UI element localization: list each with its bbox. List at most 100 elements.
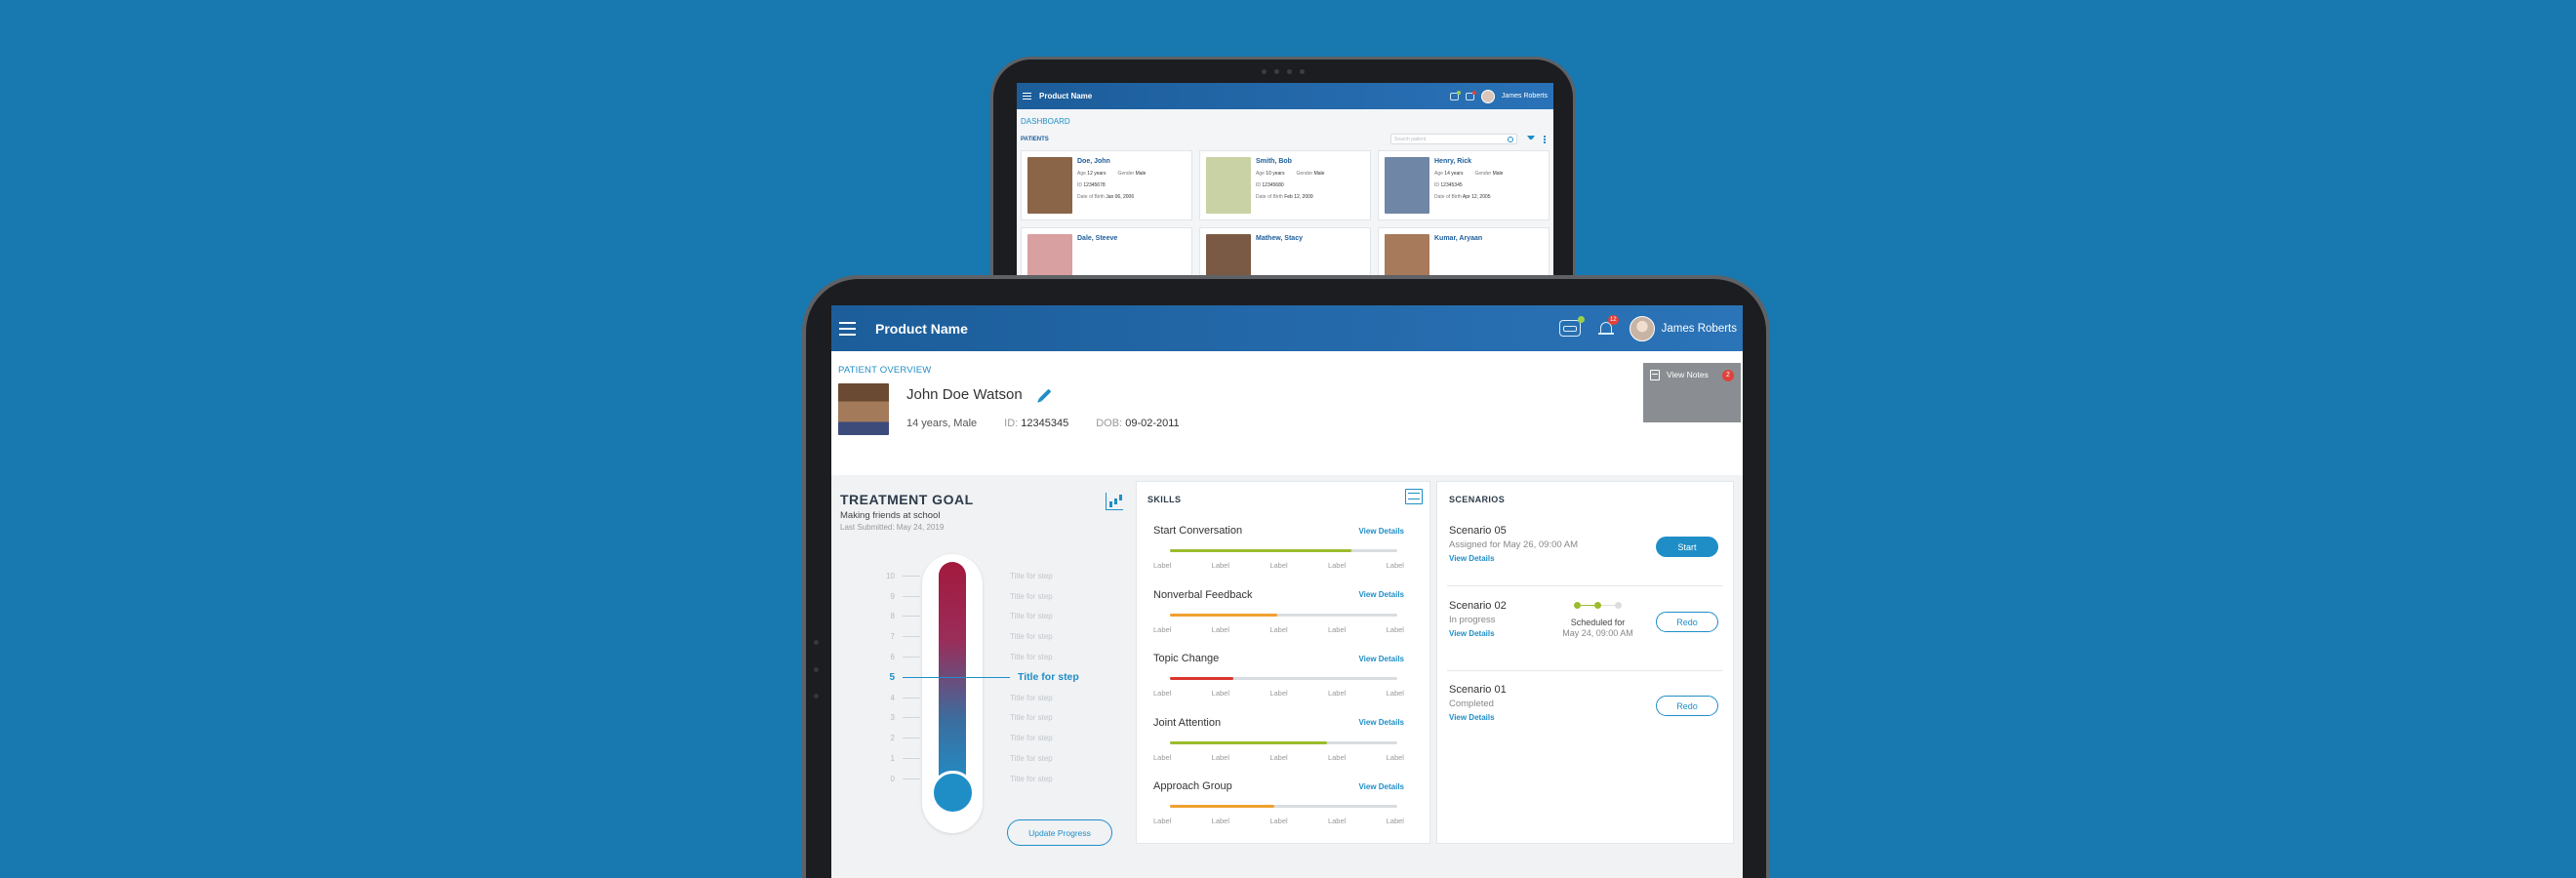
patient-card-dob-row: Date of Birth Apr 12, 2005 [1434, 194, 1503, 200]
start-button[interactable]: Start [1656, 537, 1718, 557]
skill-name: Nonverbal Feedback [1153, 588, 1253, 601]
redo-button[interactable]: Redo [1656, 612, 1718, 632]
scale-label: Label [1153, 817, 1172, 825]
step-label: Title for step [1010, 653, 1053, 662]
scale-label: Label [1386, 561, 1404, 570]
skills-title: SKILLS [1147, 495, 1182, 504]
edit-icon[interactable] [1038, 388, 1052, 401]
patient-photo [838, 383, 889, 435]
user-name[interactable]: James Roberts [1662, 323, 1737, 335]
more-icon[interactable] [1544, 135, 1546, 143]
avatar[interactable] [1480, 89, 1495, 103]
patient-card[interactable]: Henry, Rick Age 14 years Gender Male ID 123… [1378, 150, 1550, 220]
breadcrumb[interactable]: DASHBOARD [1017, 109, 1553, 126]
goal-step: 0 Title for step [875, 769, 1109, 789]
view-details-link[interactable]: View Details [1358, 655, 1404, 663]
patient-card-name[interactable]: Mathew, Stacy [1256, 235, 1303, 242]
view-details-link[interactable]: View Details [1358, 782, 1404, 791]
patient-card-age-row: Age 14 years Gender Male [1434, 171, 1503, 177]
patient-card-name[interactable]: Henry, Rick [1434, 158, 1503, 165]
patient-card-name[interactable]: Kumar, Aryaan [1434, 235, 1482, 242]
step-label: Title for step [1010, 734, 1053, 743]
step-label: Title for step [1010, 612, 1053, 621]
scenario-item: Scenario 01 Completed View Details Redo [1449, 684, 1721, 722]
scheduled-date: May 24, 09:00 AM [1562, 628, 1633, 638]
menu-icon[interactable] [1023, 93, 1031, 100]
patient-name: John Doe Watson [906, 386, 1023, 403]
goal-step: 9 Title for step [875, 586, 1109, 607]
scale-label: Label [1269, 752, 1288, 762]
front-tablet: Product Name 12 James Roberts PATIENT OV… [802, 275, 1770, 878]
patient-card-id-row: ID 12345680 [1256, 182, 1324, 188]
view-details-link[interactable]: View Details [1358, 718, 1404, 727]
tablet-camera [1262, 69, 1305, 75]
menu-icon[interactable] [839, 321, 856, 336]
scale-label: Label [1153, 752, 1172, 762]
briefcase-icon[interactable] [1558, 316, 1585, 337]
step-number: 6 [890, 653, 895, 662]
update-progress-button[interactable]: Update Progress [1007, 819, 1112, 846]
goal-step: 7 Title for step [875, 626, 1109, 647]
step-label: Title for step [1018, 671, 1079, 684]
step-tick [903, 657, 920, 658]
list-icon[interactable] [1405, 489, 1423, 504]
id-label: ID [1077, 182, 1082, 188]
goal-step: 5 Title for step [875, 667, 1109, 688]
patient-card-name[interactable]: Dale, Steeve [1077, 235, 1117, 242]
briefcase-icon[interactable] [1449, 90, 1461, 100]
id-label: ID [1434, 182, 1439, 188]
scale-label: Label [1211, 624, 1230, 634]
note-icon [1650, 370, 1660, 380]
patient-card-name[interactable]: Smith, Bob [1256, 158, 1324, 165]
step-tick [903, 758, 920, 760]
skill-name: Joint Attention [1153, 716, 1222, 729]
skill-name: Topic Change [1153, 653, 1220, 664]
breadcrumb[interactable]: PATIENT OVERVIEW [838, 365, 1736, 376]
goal-subtitle: Making friends at school [840, 510, 941, 521]
patient-card-gender: Male [1492, 171, 1504, 177]
step-tick [903, 717, 920, 719]
id-label: ID [1256, 182, 1261, 188]
patient-card-age: 10 years [1266, 171, 1285, 177]
search-input[interactable]: Search patient [1390, 134, 1517, 144]
skill-scale: Label Label Label Label Label [1153, 753, 1404, 762]
step-tick [903, 595, 920, 597]
back-user-name[interactable]: James Roberts [1502, 93, 1548, 100]
bell-icon[interactable]: 12 [1597, 315, 1619, 337]
scale-label: Label [1269, 817, 1288, 825]
filter-icon[interactable] [1527, 135, 1535, 143]
skill-header: Approach Group View Details [1153, 780, 1404, 792]
patient-overview: PATIENT OVERVIEW John Doe Watson 14 year… [831, 351, 1743, 475]
skill-item: Nonverbal Feedback View Details Label Label… [1153, 589, 1404, 634]
scale-label: Label [1269, 689, 1288, 698]
view-details-link[interactable]: View Details [1358, 590, 1404, 599]
step-label: Title for step [1010, 693, 1053, 702]
goal-step: 3 Title for step [875, 708, 1109, 729]
step-label: Title for step [1010, 571, 1053, 580]
skill-progress-fill [1170, 613, 1277, 617]
view-details-link[interactable]: View Details [1358, 527, 1404, 536]
step-number: 8 [890, 612, 895, 621]
avatar[interactable] [1629, 315, 1655, 341]
redo-button[interactable]: Redo [1656, 696, 1718, 716]
patient-card-name[interactable]: Doe, John [1077, 158, 1146, 165]
bell-icon[interactable] [1465, 90, 1476, 100]
patient-card[interactable]: Doe, John Age 12 years Gender Male ID 12345… [1021, 150, 1192, 220]
goal-step: 2 Title for step [875, 728, 1109, 748]
scale-label: Label [1327, 752, 1347, 762]
view-notes-button[interactable]: View Notes 2 [1643, 363, 1741, 422]
id-label: ID: [1004, 418, 1019, 429]
step-label: Title for step [1010, 591, 1053, 601]
step-number: 4 [890, 693, 895, 702]
scenario-name: Scenario 05 [1449, 525, 1507, 537]
step-number: 5 [889, 671, 895, 683]
goal-submitted: Last Submitted: May 24, 2019 [840, 523, 945, 532]
goal-step: 8 Title for step [875, 607, 1109, 627]
age-label: Age [1077, 171, 1086, 177]
skill-progress-fill [1170, 740, 1327, 744]
bar-chart-icon[interactable] [1106, 493, 1123, 510]
patient-card-age: 12 years [1087, 171, 1107, 177]
notification-badge: 12 [1607, 315, 1619, 325]
divider [1447, 670, 1723, 671]
patient-card[interactable]: Smith, Bob Age 10 years Gender Male ID 1234… [1199, 150, 1371, 220]
